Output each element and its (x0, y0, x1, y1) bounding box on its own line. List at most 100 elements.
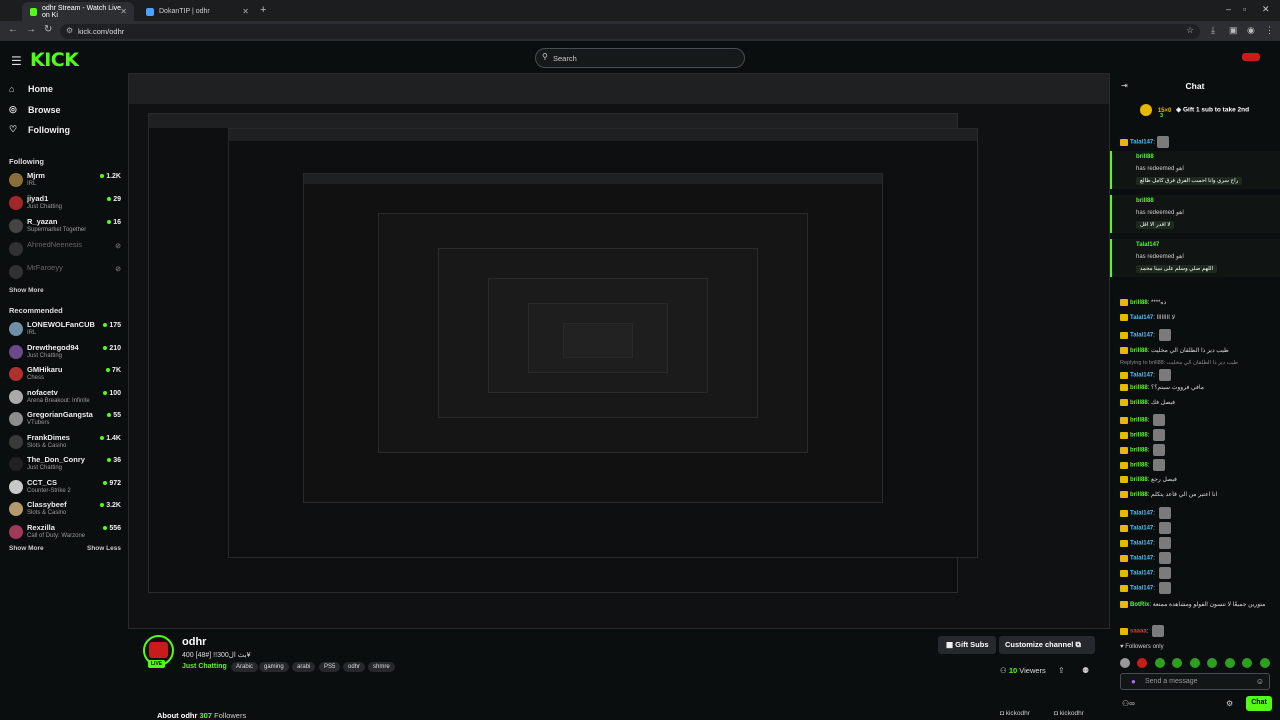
emote-icon[interactable] (1224, 658, 1235, 668)
tag[interactable]: odhr (343, 662, 366, 672)
social-link[interactable]: ◘ kickodhr (1054, 710, 1084, 717)
stream-category[interactable]: Just Chatting (182, 663, 227, 670)
chat-username[interactable]: BotRix (1130, 602, 1149, 608)
chat-username[interactable]: Talal147 (1130, 586, 1153, 592)
send-chat-button[interactable]: Chat (1246, 696, 1272, 711)
chat-username[interactable]: Talal147 (1130, 511, 1153, 517)
chat-input[interactable]: ● Send a message ☺ (1120, 673, 1270, 690)
chat-username[interactable]: brill88 (1130, 418, 1148, 424)
recommended-channel[interactable]: Drewthegod94 Just Chatting 210 (9, 343, 121, 363)
download-icon[interactable]: ⤓ (1211, 25, 1215, 36)
browser-tab-active[interactable]: odhr Stream - Watch Live on Ki ✕ (22, 2, 134, 21)
tag[interactable]: arabi (292, 662, 316, 672)
tag[interactable]: PS5 (319, 662, 341, 672)
emote-icon[interactable] (1259, 658, 1270, 668)
show-less-button[interactable]: Show Less (87, 545, 121, 552)
chat-username[interactable]: saaaa (1130, 629, 1147, 635)
profile-icon[interactable]: ◉ (1247, 25, 1255, 36)
emoji-icon[interactable]: ☺ (1256, 677, 1264, 686)
url-bar[interactable]: ⚙ kick.com/odhr (60, 24, 1200, 39)
show-more-following-button[interactable]: Show More (9, 287, 44, 294)
tag[interactable]: shmre (368, 662, 395, 672)
user-avatar[interactable] (1242, 53, 1260, 61)
chat-username[interactable]: Talal147 (1130, 571, 1153, 577)
chat-username[interactable]: brill88 (1130, 433, 1148, 439)
chat-username[interactable]: Talal147 (1130, 315, 1153, 321)
close-tab-icon[interactable]: ✕ (120, 7, 127, 16)
chat-username[interactable]: Talal147 (1130, 333, 1153, 339)
chat-username[interactable]: Talal147 (1136, 242, 1159, 248)
chat-username[interactable]: brill88 (1130, 400, 1148, 406)
recommended-channel[interactable]: nofacetv Arena Breakout: Infinite 100 (9, 388, 121, 408)
show-more-button[interactable]: Show More (9, 545, 44, 552)
gift-subs-button[interactable]: ▦ Gift Subs (938, 636, 996, 654)
maximize-icon[interactable]: ▫ (1243, 4, 1246, 14)
recommended-channel[interactable]: GregorianGangsta VTubers 55 (9, 410, 121, 430)
following-channel[interactable]: R_yazan Supermarket Together 16 (9, 217, 121, 237)
kick-logo[interactable]: KICK (30, 49, 79, 71)
emote-icon[interactable] (1242, 658, 1253, 668)
emote-icon[interactable] (1189, 658, 1200, 668)
minimize-icon[interactable]: – (1226, 4, 1231, 14)
browser-menu-icon[interactable]: ⋮ (1265, 25, 1274, 36)
close-tab-icon[interactable]: ✕ (242, 7, 249, 16)
chat-username[interactable]: brill88 (1130, 448, 1148, 454)
forward-icon[interactable]: → (26, 24, 36, 35)
share-icon[interactable]: ⇪ (1058, 666, 1065, 675)
chat-username[interactable]: brill88 (1130, 348, 1148, 354)
chat-username[interactable]: Talal147 (1130, 556, 1153, 562)
recommended-channel[interactable]: GMHikaru Chess 7K (9, 365, 121, 385)
extensions-icon[interactable]: ▣ (1229, 25, 1238, 36)
nav-browse[interactable]: ◎ Browse (9, 104, 61, 115)
streamer-name[interactable]: odhr (182, 636, 206, 648)
social-link[interactable]: ◘ kickodhr (1000, 710, 1030, 717)
chat-username[interactable]: brill88 (1136, 154, 1154, 160)
browser-tab[interactable]: DokanTIP | odhr ✕ (138, 2, 256, 21)
chat-rules-icon[interactable]: ⚇∞ (1122, 699, 1135, 708)
chat-username[interactable]: brill88 (1130, 477, 1148, 483)
following-channel[interactable]: AhmedNeenesis ⊘ (9, 240, 121, 260)
video-player[interactable] (128, 73, 1110, 629)
site-info-icon[interactable]: ⚙ (66, 26, 73, 35)
new-tab-icon[interactable]: + (260, 4, 266, 16)
hamburger-menu-icon[interactable]: ☰ (11, 54, 22, 68)
settings-icon[interactable]: ⚙ (1226, 699, 1233, 708)
chat-username[interactable]: Talal147 (1130, 541, 1153, 547)
following-channel[interactable]: Mjrm IRL 1.2K (9, 171, 121, 191)
emote-icon[interactable] (1120, 658, 1130, 668)
reload-icon[interactable]: ↻ (44, 24, 52, 35)
follow-user-icon[interactable]: ⚉ (1082, 666, 1089, 675)
chat-username[interactable]: brill88 (1130, 463, 1148, 469)
following-channel[interactable]: jiyad1 Just Chatting 29 (9, 194, 121, 214)
recommended-channel[interactable]: Rexzilla Call of Duty: Warzone 556 (9, 523, 121, 543)
recommended-channel[interactable]: Classybeef Slots & Casino 3.2K (9, 500, 121, 520)
bookmark-star-icon[interactable]: ☆ (1186, 25, 1194, 36)
mic-icon[interactable]: ● (1131, 677, 1136, 686)
chat-username[interactable]: brill88 (1130, 385, 1148, 391)
close-window-icon[interactable]: ✕ (1262, 4, 1270, 15)
emote-icon[interactable] (1207, 658, 1218, 668)
chat-username[interactable]: brill88 (1136, 198, 1154, 204)
chat-username[interactable]: Talal147 (1130, 526, 1153, 532)
customize-channel-button[interactable]: Customize channel ⧉ (999, 636, 1095, 654)
search-input[interactable]: ⚲ Search (535, 48, 745, 68)
nav-home[interactable]: ⌂ Home (9, 84, 53, 94)
following-channel[interactable]: MrFaroeyy ⊘ (9, 263, 121, 283)
recommended-channel[interactable]: FrankDimes Slots & Casino 1.4K (9, 433, 121, 453)
chat-username[interactable]: Talal147 (1130, 140, 1153, 146)
recommended-channel[interactable]: The_Don_Conry Just Chatting 36 (9, 455, 121, 475)
chat-username[interactable]: Talal147 (1130, 373, 1153, 379)
nav-following[interactable]: ♡ Following (9, 124, 70, 135)
tag[interactable]: gaming (259, 662, 289, 672)
chat-username[interactable]: brill88 (1130, 300, 1148, 306)
recommended-channel[interactable]: LONEWOLFanCUB IRL 175 (9, 320, 121, 340)
emote-icon[interactable] (1137, 658, 1148, 668)
emote-icon[interactable] (1172, 658, 1183, 668)
recommended-channel[interactable]: CCT_CS Counter-Strike 2 972 (9, 478, 121, 498)
emote-row[interactable] (1120, 655, 1275, 686)
emote-icon[interactable] (1154, 658, 1165, 668)
chat-username[interactable]: brill88 (1130, 492, 1148, 498)
back-icon[interactable]: ← (8, 24, 18, 35)
tag[interactable]: Arabic (231, 662, 259, 672)
pinned-gift-banner[interactable]: 15×0 ◈ Gift 1 sub to take 2nd 3 (1140, 104, 1249, 119)
